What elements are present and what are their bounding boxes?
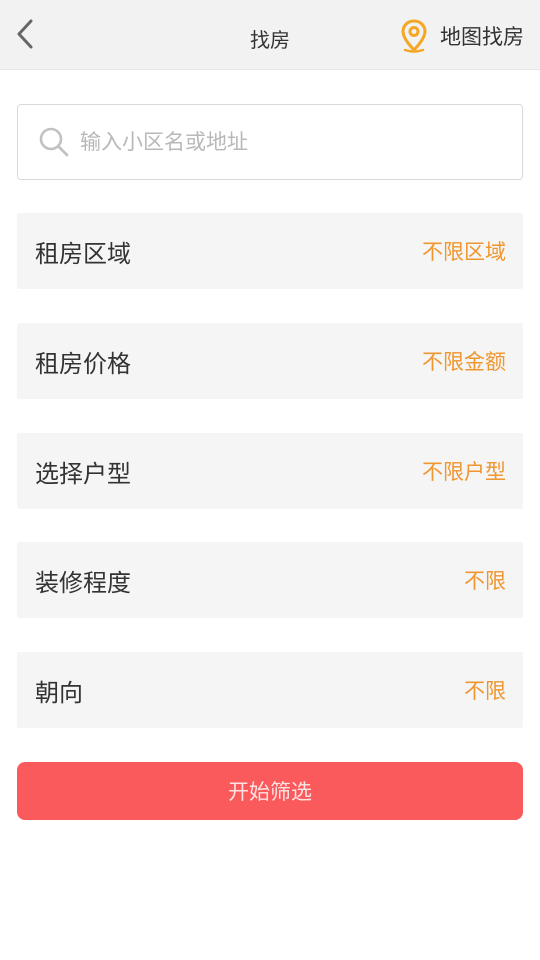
search-input[interactable] (80, 105, 522, 179)
filter-label: 装修程度 (35, 568, 131, 597)
map-search-label: 地图找房 (440, 25, 524, 49)
filter-label: 租房价格 (35, 349, 131, 378)
search-box (17, 104, 523, 180)
filter-value: 不限金额 (422, 350, 506, 374)
find-house-screen: 找房 地图找房 租房区域 不限区域 租房价格 不限金额 (0, 0, 540, 960)
location-pin-icon (400, 19, 430, 53)
filter-value: 不限 (464, 679, 506, 703)
filter-row-layout[interactable]: 选择户型 不限户型 (17, 433, 523, 509)
map-search-button[interactable]: 地图找房 (400, 19, 524, 53)
filter-label: 租房区域 (35, 239, 131, 268)
filter-row-price[interactable]: 租房价格 不限金额 (17, 323, 523, 399)
filter-row-decoration[interactable]: 装修程度 不限 (17, 542, 523, 618)
filter-value: 不限 (464, 569, 506, 593)
header-bar: 找房 地图找房 (0, 0, 540, 70)
filter-label: 朝向 (35, 678, 83, 707)
filter-row-area[interactable]: 租房区域 不限区域 (17, 213, 523, 289)
search-icon (38, 126, 70, 158)
start-filter-button[interactable]: 开始筛选 (17, 762, 523, 820)
filter-value: 不限区域 (422, 240, 506, 264)
filter-row-orientation[interactable]: 朝向 不限 (17, 652, 523, 728)
filter-label: 选择户型 (35, 459, 131, 488)
filter-value: 不限户型 (422, 460, 506, 484)
